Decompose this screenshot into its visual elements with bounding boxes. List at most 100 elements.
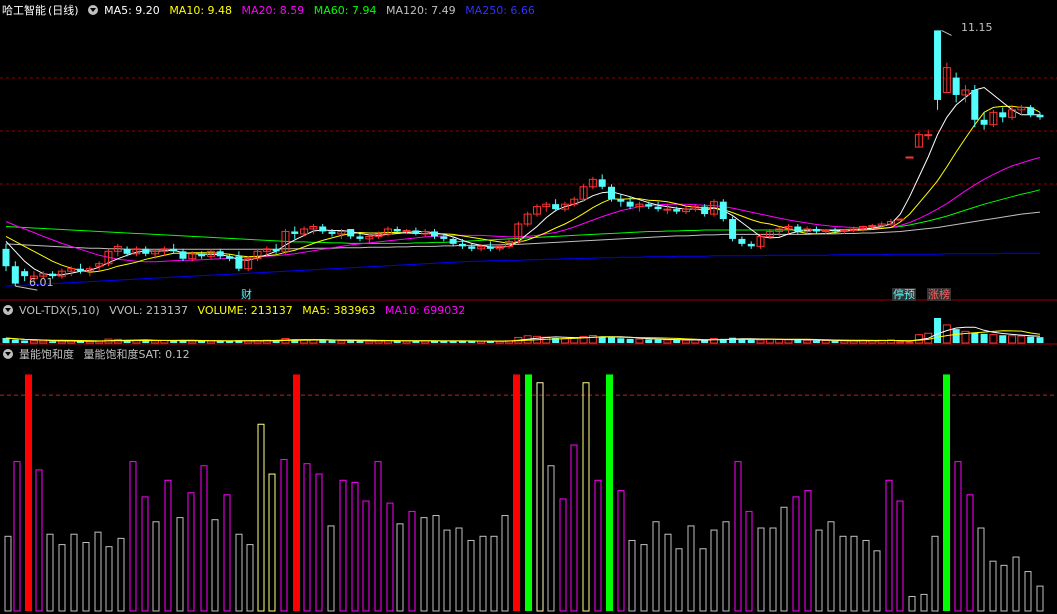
sat-bar <box>176 517 184 612</box>
sat-bar <box>479 535 487 612</box>
candle-body <box>11 266 19 284</box>
sat-bar <box>699 548 707 612</box>
candle-body <box>272 248 280 252</box>
sat-bar <box>200 465 208 612</box>
candle-body <box>924 134 933 137</box>
candle-body <box>617 199 625 202</box>
sat-bar <box>396 523 404 612</box>
sat-bar <box>675 548 683 612</box>
sat-bar <box>780 506 788 612</box>
volume-bar <box>21 340 29 343</box>
candle-body <box>412 230 420 234</box>
sat-bar <box>280 459 288 612</box>
vol-indicator-name[interactable]: VOL-TDX(5,10) <box>19 304 100 317</box>
candle-body <box>896 218 905 221</box>
vol-ma10-value: MA10: 699032 <box>385 304 466 317</box>
volume-bar <box>365 340 374 344</box>
stock-name[interactable]: 哈工智能 <box>2 4 46 17</box>
sat-bar <box>1024 571 1032 612</box>
candle-body <box>840 229 849 232</box>
sat-bar <box>117 537 125 612</box>
sat-bar <box>58 544 66 612</box>
sat-bar <box>268 473 276 612</box>
sat-bar <box>664 533 672 612</box>
volume-bar <box>905 341 914 344</box>
sat-bar <box>386 502 394 612</box>
sat-bar <box>513 374 520 611</box>
sat-bar <box>246 544 254 612</box>
sat-bar <box>850 535 858 612</box>
candle-body <box>198 253 206 257</box>
main-chart-header: 哈工智能 (日线) MA5: 9.20 MA10: 9.48 MA20: 8.59… <box>2 3 541 18</box>
sat-bar <box>351 481 359 612</box>
sat-bar <box>187 492 195 612</box>
candle-body <box>747 243 755 247</box>
sat-bar <box>46 533 54 612</box>
sat-bar <box>943 374 950 611</box>
sat-bar <box>547 465 555 612</box>
sat-bar <box>827 521 835 612</box>
candle-body <box>980 119 988 125</box>
volume-bar <box>803 339 812 344</box>
volume-bar <box>812 340 820 343</box>
candle-body <box>77 268 85 272</box>
sat-bar <box>303 463 311 612</box>
candle-body <box>729 219 737 239</box>
vol-ma5-value: MA5: 383963 <box>302 304 376 317</box>
candle-body <box>402 229 411 232</box>
sat-bar <box>606 374 613 611</box>
ma20-value: MA20: 8.59 <box>241 4 305 17</box>
sat-bar <box>223 494 231 612</box>
sat-bar <box>432 515 440 612</box>
sat-bar <box>362 500 370 612</box>
volume-bar <box>682 339 691 344</box>
ma250-value: MA250: 6.66 <box>465 4 535 17</box>
sat-bar <box>455 527 463 612</box>
volume-bar <box>831 340 839 343</box>
sat-bar <box>908 595 916 612</box>
collapse-icon[interactable] <box>88 5 99 15</box>
collapse-icon[interactable] <box>3 349 13 359</box>
gain-ranking-tag[interactable]: 涨榜 <box>927 288 951 301</box>
candle-body <box>235 256 243 269</box>
sat-bar <box>862 539 870 612</box>
high-price-label: 11.15 <box>961 21 993 34</box>
sat-bar <box>94 531 102 612</box>
sat-bar <box>896 500 904 612</box>
volume-bar <box>226 341 234 343</box>
sat-bar <box>443 529 451 612</box>
sat-bar <box>25 374 32 611</box>
candle-body <box>431 231 439 237</box>
sat-bar <box>920 593 928 612</box>
trading-halt-tag[interactable]: 停预 <box>892 288 916 301</box>
collapse-icon[interactable] <box>3 305 13 315</box>
indicator-header: 量能饱和度 量能饱和度SAT: 0.12 <box>3 347 196 362</box>
sat-bar <box>141 496 149 612</box>
candle-body <box>598 179 606 187</box>
volume-bar <box>673 339 681 343</box>
sat-bar <box>467 539 475 612</box>
sat-bar <box>722 521 730 612</box>
sat-bar <box>235 533 243 612</box>
financial-report-tag[interactable]: 财 <box>240 288 253 301</box>
candle-body <box>934 30 942 100</box>
sat-bar <box>977 527 985 612</box>
period-label[interactable]: (日线) <box>48 4 79 17</box>
sat-bar <box>257 423 265 612</box>
candle-body <box>645 204 653 207</box>
sat-value: 量能饱和度SAT: 0.12 <box>83 348 190 361</box>
ma60-value: MA60: 7.94 <box>313 4 377 17</box>
volume-bar <box>1036 337 1044 343</box>
volume-bar <box>747 339 755 343</box>
volume-bar <box>39 340 48 344</box>
volume-bar <box>663 339 672 344</box>
sat-bar <box>954 461 962 612</box>
volume-bar <box>402 340 411 344</box>
indicator-name[interactable]: 量能饱和度 <box>19 348 74 361</box>
candle-body <box>142 248 150 254</box>
sat-bar <box>804 490 812 612</box>
sat-bar <box>873 550 881 612</box>
candle-body <box>831 230 839 232</box>
volume-bar <box>617 338 625 343</box>
volume-bar <box>170 340 178 343</box>
